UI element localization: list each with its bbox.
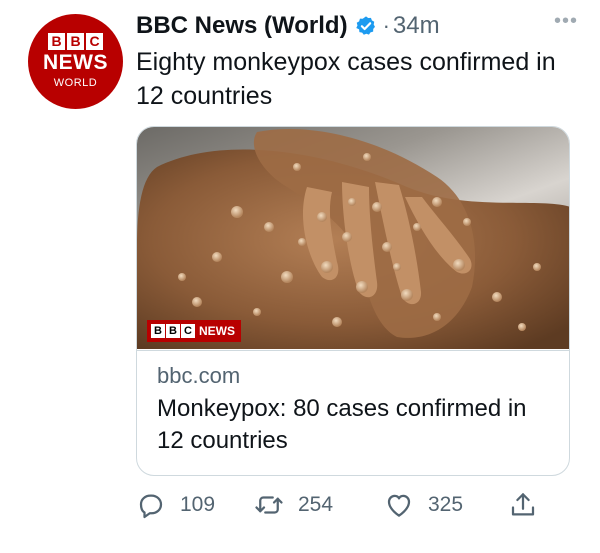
reply-count: 109 — [180, 493, 216, 516]
card-title: Monkeypox: 80 cases confirmed in 12 coun… — [157, 395, 527, 454]
tweet: B B C NEWS WORLD BBC News (World) · 34m … — [0, 0, 600, 553]
avatar-world-text: WORLD — [53, 77, 98, 89]
card-image[interactable]: B B C NEWS — [137, 127, 569, 349]
reply-icon — [139, 494, 163, 519]
bbc-logo: B B C — [48, 33, 103, 50]
watermark-news-text: NEWS — [199, 324, 235, 338]
tweet-header: BBC News (World) · 34m — [136, 10, 440, 42]
card-body[interactable]: bbc.com Monkeypox: 80 cases confirmed in… — [137, 350, 569, 457]
verified-badge-icon — [355, 16, 375, 35]
bbc-logo-letter: B — [67, 33, 84, 50]
avatar[interactable]: B B C NEWS WORLD — [28, 14, 123, 109]
bbc-news-watermark: B B C NEWS — [147, 320, 241, 342]
retweet-icon — [255, 496, 283, 514]
share-icon — [511, 493, 535, 516]
more-horizontal-icon[interactable]: ••• — [554, 10, 578, 33]
bbc-logo-letter: B — [48, 33, 65, 50]
retweet-count: 254 — [298, 493, 334, 516]
tweet-time[interactable]: 34m — [393, 12, 440, 40]
watermark-letter: C — [181, 324, 195, 338]
card-domain: bbc.com — [157, 363, 241, 388]
heart-icon — [387, 494, 411, 517]
watermark-letter: B — [151, 324, 165, 338]
bbc-logo-letter: C — [86, 33, 103, 50]
tweet-actions: 109 254 325 — [136, 490, 546, 526]
monkeypox-hand-photo — [137, 129, 569, 349]
tweet-text: Eighty monkeypox cases confirmed in 12 c… — [136, 48, 556, 110]
reply-button[interactable]: 109 — [136, 490, 215, 520]
share-button[interactable] — [508, 490, 538, 520]
like-count: 325 — [428, 493, 464, 516]
separator-dot: · — [382, 13, 390, 38]
like-button[interactable]: 325 — [384, 490, 463, 520]
watermark-letter: B — [166, 324, 180, 338]
avatar-news-text: NEWS — [43, 51, 108, 74]
retweet-button[interactable]: 254 — [254, 490, 333, 520]
display-name[interactable]: BBC News (World) — [136, 12, 348, 40]
link-card[interactable]: B B C NEWS bbc.com Monkeypox: 80 cases c… — [136, 126, 570, 476]
